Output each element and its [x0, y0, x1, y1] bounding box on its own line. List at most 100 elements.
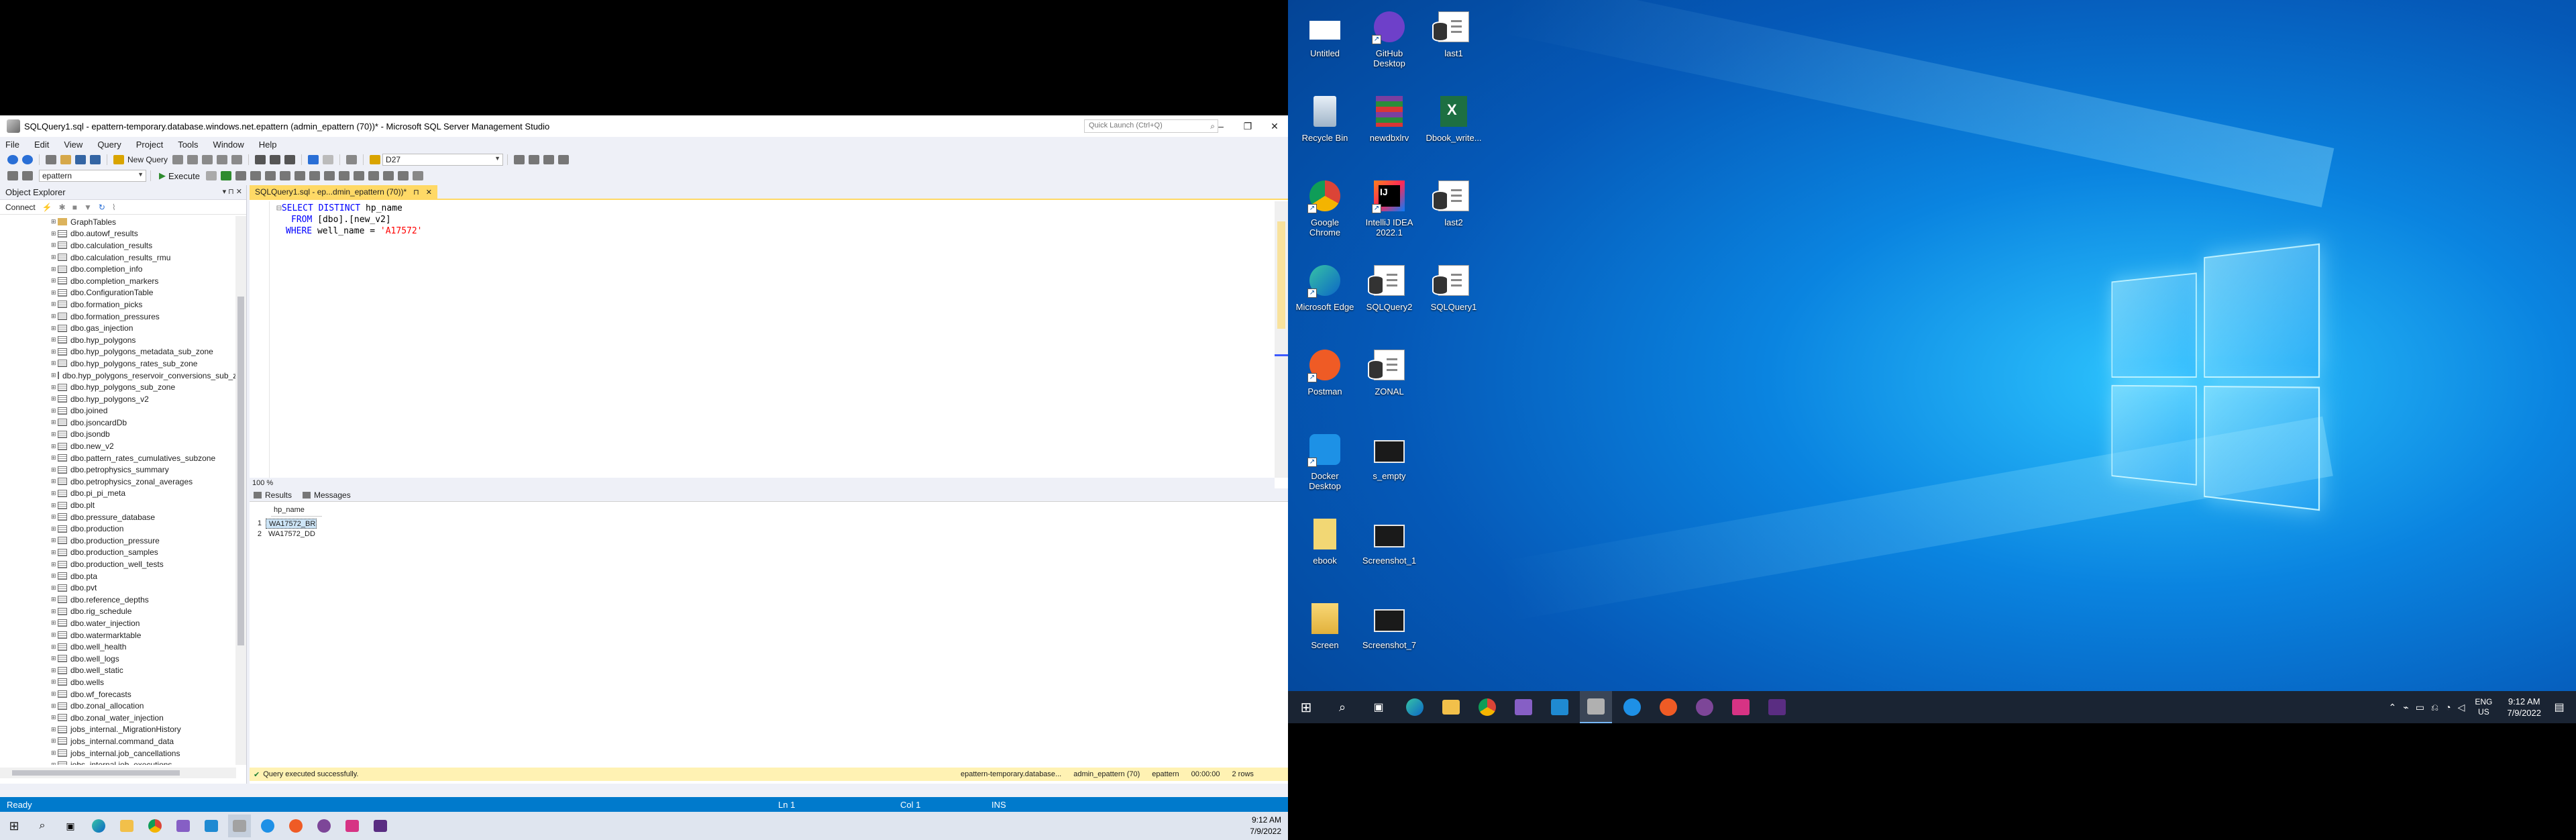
azure-data-studio-icon[interactable]: [256, 815, 279, 837]
desktop-icon[interactable]: last1: [1424, 4, 1484, 78]
stop-icon[interactable]: [205, 171, 217, 180]
tree-table-item[interactable]: ⊞ dbo.gas_injection: [0, 322, 236, 334]
minimize-button[interactable]: –: [1208, 115, 1234, 137]
tree-table-item[interactable]: ⊞ dbo.hyp_polygons_sub_zone: [0, 381, 236, 393]
results-file-icon[interactable]: [338, 171, 350, 180]
expand-icon[interactable]: ⊞: [51, 277, 56, 284]
desktop-icon[interactable]: ↗ Microsoft Edge: [1295, 258, 1355, 331]
expand-icon[interactable]: ⊞: [51, 395, 56, 403]
expand-icon[interactable]: ⊞: [51, 690, 56, 698]
desktop-icon[interactable]: SQLQuery2: [1359, 258, 1419, 331]
tree-table-item[interactable]: ⊞ dbo.well_static: [0, 665, 236, 677]
expand-icon[interactable]: ⊞: [51, 407, 56, 415]
desktop-icon[interactable]: last2: [1424, 173, 1484, 247]
new-query-button[interactable]: New Query: [127, 155, 168, 164]
expand-icon[interactable]: ⊞: [51, 478, 56, 485]
expand-icon[interactable]: ⊞: [51, 325, 56, 332]
connect-icon[interactable]: ⚡: [42, 203, 52, 212]
comment-icon[interactable]: [353, 171, 364, 180]
table-row[interactable]: 2 WA17572_DD: [250, 529, 330, 539]
activity-monitor-icon[interactable]: [346, 155, 358, 164]
results-grid-icon[interactable]: [323, 171, 335, 180]
menu-project[interactable]: Project: [136, 140, 163, 150]
expand-icon[interactable]: ⊞: [51, 737, 56, 745]
expand-icon[interactable]: ⊞: [51, 454, 56, 462]
pin-icon[interactable]: ⊓: [413, 188, 419, 197]
expand-icon[interactable]: ⊞: [51, 348, 56, 356]
ssms-icon[interactable]: [1580, 691, 1612, 723]
result-cell[interactable]: WA17572_BR: [266, 518, 317, 529]
tree-table-item[interactable]: ⊞ dbo.petrophysics_zonal_averages: [0, 476, 236, 488]
tree-table-item[interactable]: ⊞ jobs_internal.job_executions: [0, 759, 236, 765]
expand-icon[interactable]: ⊞: [51, 762, 56, 765]
task-view-icon[interactable]: ▣: [1362, 691, 1395, 723]
expand-icon[interactable]: ⊞: [51, 513, 56, 521]
desktop-icon[interactable]: Screenshot_7: [1359, 596, 1419, 670]
connect-dropdown[interactable]: Connect: [5, 203, 36, 212]
tor-icon[interactable]: [313, 815, 335, 837]
execute-button[interactable]: ▶ Execute: [159, 170, 200, 181]
tree-table-item[interactable]: ⊞ dbo.well_logs: [0, 653, 236, 665]
visual-studio-icon[interactable]: [1507, 691, 1540, 723]
database-combo[interactable]: epattern ▼: [39, 170, 146, 182]
expand-icon[interactable]: ⊞: [51, 655, 56, 662]
close-icon[interactable]: ✕: [426, 188, 432, 197]
toolbox-icon[interactable]: [543, 155, 555, 164]
save-all-icon[interactable]: [90, 155, 101, 164]
expand-icon[interactable]: ⊞: [51, 431, 56, 438]
desktop-icon[interactable]: ↗ Docker Desktop: [1295, 427, 1355, 501]
panel-controls[interactable]: ▾ ⊓ ✕: [223, 187, 242, 196]
battery-icon[interactable]: ▭: [2416, 702, 2424, 713]
expand-icon[interactable]: ⊞: [51, 466, 56, 474]
expand-icon[interactable]: ⊞: [51, 525, 56, 533]
expand-icon[interactable]: ⊞: [51, 443, 56, 450]
column-header-hp-name[interactable]: hp_name: [271, 506, 322, 517]
desktop-icon[interactable]: Screenshot_1: [1359, 511, 1419, 585]
restore-button[interactable]: ❐: [1234, 115, 1261, 137]
tree-table-item[interactable]: ⊞ dbo.joined: [0, 405, 236, 417]
tree-table-item[interactable]: ⊞ dbo.wf_forecasts: [0, 688, 236, 700]
volume-icon[interactable]: ◁: [2458, 702, 2465, 713]
intellij-icon[interactable]: [341, 815, 364, 837]
chrome-icon[interactable]: [1471, 691, 1503, 723]
chevron-up-icon[interactable]: ⌃: [2389, 702, 2397, 713]
task-view-icon[interactable]: ▣: [59, 815, 82, 837]
tree-table-item[interactable]: ⊞ dbo.production_well_tests: [0, 558, 236, 570]
filter-icon[interactable]: ▼: [84, 203, 92, 212]
open-file-icon[interactable]: [60, 155, 71, 164]
change-connection-icon[interactable]: [22, 171, 33, 180]
desktop-icon[interactable]: ↗ Google Chrome: [1295, 173, 1355, 247]
expand-icon[interactable]: ⊞: [51, 372, 56, 379]
tree-table-item[interactable]: ⊞ dbo.production_pressure: [0, 535, 236, 547]
tree-table-item[interactable]: ⊞ dbo.wells: [0, 676, 236, 688]
search-icon[interactable]: ⌕: [1326, 691, 1358, 723]
expand-icon[interactable]: ⊞: [51, 596, 56, 603]
disconnect-icon[interactable]: ✱: [59, 203, 66, 212]
outdent-icon[interactable]: [382, 171, 394, 180]
expand-icon[interactable]: ⊞: [51, 561, 56, 568]
expand-icon[interactable]: ⊞: [51, 384, 56, 391]
dax-query-icon[interactable]: [231, 155, 243, 164]
expand-icon[interactable]: ⊞: [51, 537, 56, 544]
start-button[interactable]: ⊞: [3, 815, 25, 837]
tree-table-item[interactable]: ⊞ dbo.hyp_polygons_reservoir_conversions_…: [0, 370, 236, 382]
parse-icon[interactable]: [220, 171, 231, 180]
activity-icon[interactable]: ⌇: [112, 203, 116, 212]
ssms-icon[interactable]: [228, 815, 251, 837]
undo-icon[interactable]: [308, 155, 319, 164]
desktop-icon[interactable]: SQLQuery1: [1424, 258, 1484, 331]
expand-icon[interactable]: ⊞: [51, 242, 56, 249]
expand-icon[interactable]: ⊞: [51, 702, 56, 710]
expand-icon[interactable]: ⊞: [51, 490, 56, 497]
tree-table-item[interactable]: ⊞ dbo.autowf_results: [0, 228, 236, 240]
editor-vscroll[interactable]: [1275, 201, 1288, 478]
tree-table-item[interactable]: ⊞ dbo.petrophysics_summary: [0, 464, 236, 476]
postman-icon[interactable]: [1652, 691, 1684, 723]
expand-icon[interactable]: ⊞: [51, 714, 56, 721]
tree-table-item[interactable]: ⊞ dbo.formation_picks: [0, 299, 236, 311]
menu-edit[interactable]: Edit: [34, 140, 49, 150]
expand-icon[interactable]: ⊞: [51, 336, 56, 344]
forward-icon[interactable]: [22, 155, 33, 164]
desktop-icon[interactable]: s_empty: [1359, 427, 1419, 501]
expand-icon[interactable]: ⊞: [51, 254, 56, 261]
